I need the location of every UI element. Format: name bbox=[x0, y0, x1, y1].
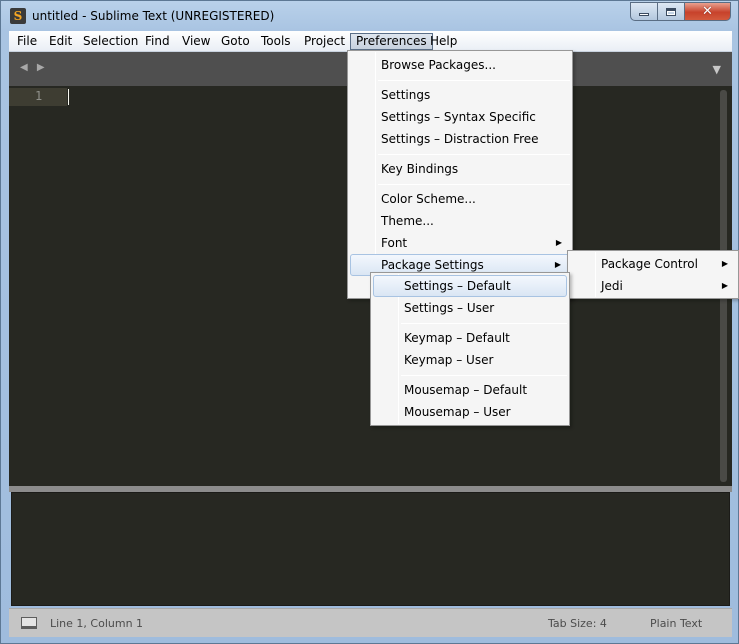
tab-list-dropdown-icon[interactable]: ▼ bbox=[713, 63, 721, 76]
text-cursor bbox=[68, 89, 69, 105]
close-icon: ✕ bbox=[702, 4, 713, 19]
menu-item-label: Font bbox=[381, 236, 408, 250]
window-controls: ✕ bbox=[630, 2, 731, 22]
maximize-button[interactable] bbox=[658, 2, 685, 21]
menu-item-label: Package Settings bbox=[381, 258, 484, 272]
menu-item-jedi[interactable]: Jedi ▶ bbox=[570, 275, 736, 297]
preferences-menu: Browse Packages... Settings Settings – S… bbox=[347, 50, 573, 299]
status-bar: Line 1, Column 1 Tab Size: 4 Plain Text bbox=[9, 608, 732, 637]
submenu-arrow-icon: ▶ bbox=[721, 281, 728, 290]
minimize-button[interactable] bbox=[630, 2, 658, 21]
menu-item-browse-packages[interactable]: Browse Packages... bbox=[350, 54, 570, 76]
window-title: untitled - Sublime Text (UNREGISTERED) bbox=[32, 9, 275, 23]
menu-separator bbox=[401, 323, 567, 324]
close-button[interactable]: ✕ bbox=[685, 2, 731, 21]
console-panel[interactable] bbox=[11, 492, 730, 606]
status-syntax[interactable]: Plain Text bbox=[650, 617, 702, 630]
menu-item-keymap-default[interactable]: Keymap – Default bbox=[373, 327, 567, 349]
status-cursor-position: Line 1, Column 1 bbox=[50, 617, 144, 630]
maximize-icon bbox=[666, 7, 676, 16]
submenu-arrow-icon: ▶ bbox=[555, 238, 562, 247]
sublime-text-icon[interactable]: S bbox=[10, 8, 26, 24]
menu-separator bbox=[401, 375, 567, 376]
menu-view[interactable]: View bbox=[177, 33, 215, 50]
panel-toggle-icon[interactable] bbox=[21, 617, 37, 629]
menu-bar: File Edit Selection Find View Goto Tools… bbox=[9, 31, 732, 52]
package-settings-submenu: Settings – Default Settings – User Keyma… bbox=[370, 272, 570, 426]
package-settings-menu: Package Control ▶ Jedi ▶ bbox=[567, 250, 739, 299]
menu-item-mousemap-default[interactable]: Mousemap – Default bbox=[373, 379, 567, 401]
menu-item-font[interactable]: Font ▶ bbox=[350, 232, 570, 254]
menu-item-label: Package Control bbox=[601, 257, 698, 271]
menu-separator bbox=[378, 184, 570, 185]
menu-find[interactable]: Find bbox=[140, 33, 175, 50]
menu-separator bbox=[378, 154, 570, 155]
minimize-icon bbox=[639, 13, 649, 16]
menu-edit[interactable]: Edit bbox=[44, 33, 77, 50]
title-bar[interactable]: S untitled - Sublime Text (UNREGISTERED)… bbox=[1, 1, 739, 32]
menu-selection[interactable]: Selection bbox=[78, 33, 143, 50]
menu-item-mousemap-user[interactable]: Mousemap – User bbox=[373, 401, 567, 423]
status-tab-size[interactable]: Tab Size: 4 bbox=[548, 617, 607, 630]
menu-preferences[interactable]: Preferences bbox=[350, 33, 433, 50]
line-number: 1 bbox=[35, 89, 43, 103]
menu-item-settings[interactable]: Settings bbox=[350, 84, 570, 106]
menu-item-settings-syntax-specific[interactable]: Settings – Syntax Specific bbox=[350, 106, 570, 128]
menu-separator bbox=[378, 80, 570, 81]
tab-nav-arrows-icon[interactable]: ◀ ▶ bbox=[20, 62, 48, 73]
menu-item-theme[interactable]: Theme... bbox=[350, 210, 570, 232]
menu-tools[interactable]: Tools bbox=[256, 33, 296, 50]
menu-item-settings-user[interactable]: Settings – User bbox=[373, 297, 567, 319]
menu-help[interactable]: Help bbox=[425, 33, 462, 50]
menu-item-keymap-user[interactable]: Keymap – User bbox=[373, 349, 567, 371]
menu-item-settings-distraction-free[interactable]: Settings – Distraction Free bbox=[350, 128, 570, 150]
menu-item-label: Jedi bbox=[601, 279, 623, 293]
menu-item-key-bindings[interactable]: Key Bindings bbox=[350, 158, 570, 180]
menu-item-color-scheme[interactable]: Color Scheme... bbox=[350, 188, 570, 210]
menu-file[interactable]: File bbox=[12, 33, 42, 50]
menu-goto[interactable]: Goto bbox=[216, 33, 255, 50]
menu-item-package-control[interactable]: Package Control ▶ bbox=[570, 253, 736, 275]
submenu-arrow-icon: ▶ bbox=[721, 259, 728, 268]
menu-project[interactable]: Project bbox=[299, 33, 350, 50]
menu-item-settings-default[interactable]: Settings – Default bbox=[373, 275, 567, 297]
